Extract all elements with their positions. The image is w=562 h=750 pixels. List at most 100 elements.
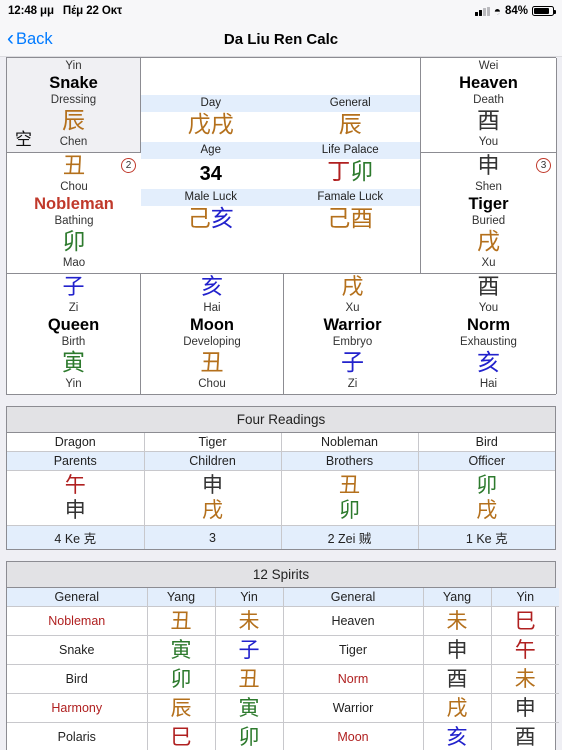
cell-top-glyph: 亥 [200,275,223,300]
day-label: Day [141,95,281,112]
spirit-right-name: Tiger [283,635,424,665]
spirit-left-name: Nobleman [7,606,148,636]
cell-top-label: Wei [478,60,499,72]
four-readings-panel: Four Readings Dragon Tiger Nobleman Bird Par… [6,406,556,550]
grid-cell-moon[interactable]: 亥 Hai Moon Developing 丑 Chou [141,274,284,394]
reading-upper-glyph: 丑 [339,473,360,497]
status-bar: 12:48 μμ Πέμ 22 Οκτ ◓ 84% [0,0,562,22]
grid-cell-norm[interactable]: 酉 You Norm Exhausting 亥 Hai [421,274,557,394]
four-readings-footer-row: 4 Ke 克32 Zei 贼1 Ke 克 [7,525,555,549]
age-value: 34 [199,163,222,185]
grid-cell-heaven[interactable]: Wei Heaven Death 酉 You [421,58,557,153]
four-readings-glyph-cell: 午申 [7,470,145,526]
four-readings-glyph-row: 午申申戌丑卯卯戌 [7,470,555,526]
battery-icon [532,5,556,17]
cell-general-name: Queen [47,316,100,334]
cell-branch-label: Yin [65,378,82,390]
grid-cell-warrior[interactable]: 戌 Xu Warrior Embryo 子 Zi [284,274,421,394]
general-value: 辰 [338,112,362,138]
scroll-content: 空 Yin Snake Dressing 辰 Chen Day General 戊戌辰 Age Li… [0,57,562,750]
cell-top-glyph: 子 [62,275,85,300]
cell-index-badge: 3 [536,158,551,173]
grid-cell-nobleman[interactable]: 2 丑 Chou Nobleman Bathing 卯 Mao [7,153,141,274]
heaven-earth-grid: 空 Yin Snake Dressing 辰 Chen Day General 戊戌辰 Age Li… [6,57,557,395]
cell-branch-glyph: 亥 [477,350,500,376]
cell-top-label: You [478,302,499,314]
cell-branch-glyph: 丑 [200,350,224,376]
four-readings-general-cell: Dragon [7,433,145,452]
cell-state-label: Death [473,94,504,106]
page-title: Da Liu Ren Calc [223,30,339,48]
spirit-left-yang-glyph: 丑 [147,606,216,636]
spirit-right-name: Warrior [283,693,424,723]
cell-branch-glyph: 酉 [477,108,500,134]
cell-general-name: Nobleman [34,195,114,213]
twelve-spirits-header-cell: Yang [147,588,216,607]
four-readings-footer-cell: 4 Ke 克 [7,525,145,549]
status-bar-right: ◓ 84% [475,5,556,17]
back-button[interactable]: ‹ Back [0,28,53,49]
cell-general-name: Snake [49,74,98,92]
twelve-spirits-row: Harmony 辰寅 Warrior 戌申 [7,693,559,723]
twelve-spirits-row: Snake 寅子 Tiger 申午 [7,635,559,665]
reading-upper-glyph: 午 [64,473,86,497]
cell-top-label: Chou [60,181,88,193]
twelve-spirits-title: 12 Spirits [7,562,555,588]
spirit-left-yin-glyph: 卯 [215,722,284,750]
reading-upper-glyph: 卯 [476,473,498,497]
reading-lower-glyph: 卯 [339,498,360,522]
cell-index-badge: 2 [121,158,136,173]
four-readings-relation-cell: Parents [7,451,145,471]
twelve-spirits-row: Nobleman 丑未 Heaven 未巳 [7,606,559,636]
four-readings-relations-row: Parents Children Brothers Officer [7,451,555,471]
center-info-panel: Day General 戊戌 辰 Age Life Palace 34 丁卯 Male Luck… [141,58,421,274]
cell-state-label: Birth [61,336,86,348]
cell-state-label: Developing [183,336,241,348]
navigation-bar: ‹ Back Da Liu Ren Calc [0,22,562,57]
four-readings-general-cell: Nobleman [281,433,419,452]
twelve-spirits-table: General Yang Yin General Yang Yin Nobleman 丑未 He… [7,588,559,750]
four-readings-table: Dragon Tiger Nobleman Bird Parents Children Br… [7,433,555,549]
four-readings-footer-cell: 2 Zei 贼 [281,525,419,549]
general-label: General [280,95,420,112]
spirit-left-name: Polaris [7,722,148,750]
grid-cell-queen[interactable]: 子 Zi Queen Birth 寅 Yin [7,274,141,394]
four-readings-general-cell: Bird [418,433,555,452]
cell-branch-glyph: 卯 [62,229,86,255]
twelve-spirits-header-row: General Yang Yin General Yang Yin [7,588,559,607]
spirit-left-name: Harmony [7,693,148,723]
life-palace-value: 丁卯 [327,159,374,185]
twelve-spirits-header-cell: Yang [423,588,492,607]
reading-lower-glyph: 申 [64,498,86,522]
spirit-right-yin-glyph: 巳 [491,606,559,636]
spirit-left-yin-glyph: 子 [215,635,284,665]
twelve-spirits-header-cell: General [7,588,148,607]
cell-general-name: Tiger [468,195,509,213]
cell-branch-label: Hai [479,378,498,390]
cell-general-name: Norm [466,316,511,334]
four-readings-relation-cell: Officer [418,451,555,471]
spirit-left-yang-glyph: 辰 [147,693,216,723]
cell-general-name: Warrior [323,316,382,334]
reading-lower-glyph: 戌 [476,498,498,522]
spirit-right-yin-glyph: 午 [491,635,559,665]
cell-branch-label: Xu [481,257,496,269]
grid-cell-snake[interactable]: 空 Yin Snake Dressing 辰 Chen [7,58,141,153]
cell-top-glyph: 酉 [477,275,500,300]
spirit-right-yang-glyph: 酉 [423,664,492,694]
grid-cell-tiger[interactable]: 3 申 Shen Tiger Buried 戌 Xu [421,153,557,274]
cell-state-label: Embryo [332,336,373,348]
spirit-left-yang-glyph: 巳 [147,722,216,750]
spirit-left-name: Bird [7,664,148,694]
four-readings-relation-cell: Children [144,451,282,471]
cell-state-label: Dressing [50,94,97,106]
cell-general-name: Moon [190,316,234,334]
twelve-spirits-header-cell: Yin [491,588,559,607]
cell-top-glyph: 丑 [62,154,85,179]
cell-state-label: Bathing [54,215,94,227]
four-readings-footer-cell: 1 Ke 克 [418,525,555,549]
spirit-right-yin-glyph: 未 [491,664,559,694]
cell-top-label: Hai [203,302,221,314]
age-label: Age [141,142,281,159]
reading-lower-glyph: 戌 [202,498,223,522]
